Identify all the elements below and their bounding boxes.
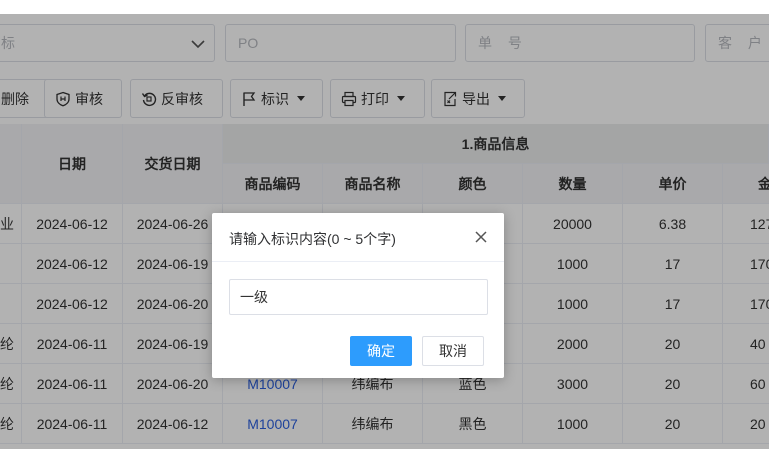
mark-input[interactable] <box>229 279 488 315</box>
top-strip <box>0 0 769 14</box>
cancel-button[interactable]: 取消 <box>422 336 484 366</box>
confirm-button[interactable]: 确定 <box>350 336 412 366</box>
dialog-divider <box>212 261 504 262</box>
close-icon[interactable] <box>474 230 488 244</box>
page: 标 PO 单 号 客 户 删除 审核 反审核 标识 打印 导出 日期 交货日期 … <box>0 0 769 449</box>
mark-dialog: 请输入标识内容(0 ~ 5个字) 确定 取消 <box>212 213 504 378</box>
dialog-title: 请输入标识内容(0 ~ 5个字) <box>229 231 396 247</box>
